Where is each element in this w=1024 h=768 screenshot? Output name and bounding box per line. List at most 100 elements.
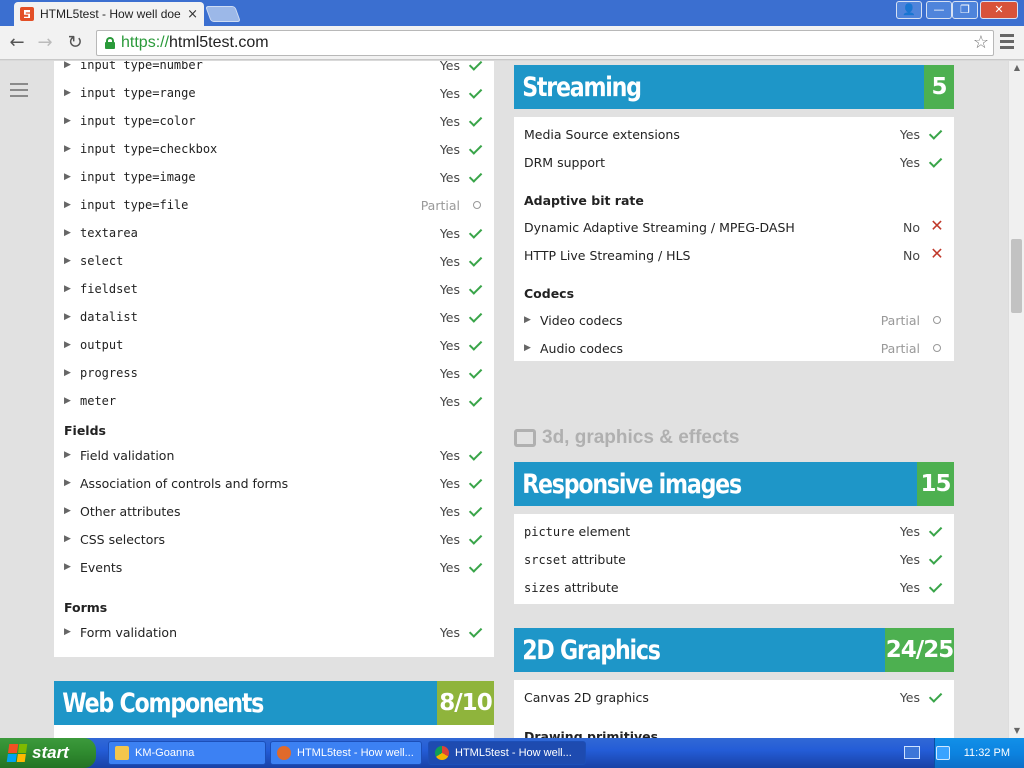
- category-heading: 3d, graphics & effects: [514, 427, 739, 449]
- test-row: Dynamic Adaptive Streaming / MPEG-DASH No…: [514, 213, 954, 241]
- start-button[interactable]: start: [0, 738, 96, 768]
- tab-close-icon[interactable]: ×: [187, 7, 198, 22]
- forward-arrow-icon[interactable]: →: [34, 32, 56, 54]
- test-label: progress: [80, 366, 138, 380]
- check-icon: [468, 623, 483, 638]
- test-row[interactable]: ▶ Association of controls and forms Yes: [54, 469, 494, 497]
- test-code: srcset: [524, 552, 568, 567]
- test-row[interactable]: ▶ input type=image Yes: [54, 163, 494, 191]
- test-row[interactable]: ▶ CSS selectors Yes: [54, 525, 494, 553]
- test-result: Yes: [439, 447, 460, 463]
- test-row[interactable]: ▶ Field validation Yes: [54, 441, 494, 469]
- close-window-button[interactable]: ✕: [980, 1, 1018, 19]
- cross-icon: ✕: [930, 215, 944, 235]
- site-menu-icon[interactable]: [10, 83, 28, 101]
- test-label: fieldset: [80, 282, 138, 296]
- test-row[interactable]: ▶ input type=range Yes: [54, 79, 494, 107]
- expand-triangle-icon[interactable]: ▶: [64, 228, 72, 238]
- tab-title: HTML5test - How well does y: [40, 7, 182, 21]
- bookmark-star-icon[interactable]: ☆: [973, 32, 989, 53]
- test-row[interactable]: ▶ Video codecs Partial: [514, 306, 954, 334]
- test-code: sizes: [524, 580, 561, 595]
- minimize-button[interactable]: —: [926, 1, 952, 19]
- test-result: Partial: [880, 340, 920, 356]
- restore-button[interactable]: ❐: [952, 1, 978, 19]
- test-row[interactable]: ▶ output Yes: [54, 331, 494, 359]
- expand-triangle-icon[interactable]: ▶: [64, 88, 72, 98]
- network-icon[interactable]: [935, 746, 950, 760]
- scroll-down-icon[interactable]: ▼: [1009, 724, 1024, 738]
- test-row[interactable]: ▶ Audio codecs Partial: [514, 334, 954, 362]
- test-row: HTTP Live Streaming / HLS No ✕: [514, 241, 954, 269]
- test-row[interactable]: ▶ input type=color Yes: [54, 107, 494, 135]
- expand-triangle-icon[interactable]: ▶: [64, 61, 72, 70]
- browser-tab-html5test[interactable]: HTML5test - How well does y ×: [14, 2, 204, 26]
- test-label: input type=image: [80, 170, 196, 184]
- test-row[interactable]: ▶ select Yes: [54, 247, 494, 275]
- test-label: picture element: [524, 524, 860, 539]
- test-label-rest: attribute: [560, 579, 619, 595]
- test-result: Yes: [439, 393, 460, 409]
- chrome-menu-icon[interactable]: [1000, 34, 1014, 52]
- test-row[interactable]: ▶ Events Yes: [54, 553, 494, 581]
- test-row[interactable]: ▶ input type=file Partial: [54, 191, 494, 219]
- user-profile-button[interactable]: 👤: [896, 1, 922, 19]
- expand-triangle-icon[interactable]: ▶: [64, 200, 72, 210]
- task-label: HTML5test - How well...: [297, 747, 414, 759]
- test-row[interactable]: ▶ Form validation Yes: [54, 618, 494, 646]
- expand-triangle-icon[interactable]: ▶: [524, 315, 532, 325]
- scrollbar-thumb[interactable]: [1011, 239, 1022, 313]
- check-icon: [468, 252, 483, 267]
- taskbar-item-html5test-1[interactable]: HTML5test - How well...: [270, 741, 422, 765]
- test-row[interactable]: ▶ textarea Yes: [54, 219, 494, 247]
- test-row[interactable]: ▶ input type=checkbox Yes: [54, 135, 494, 163]
- test-result: Yes: [439, 365, 460, 381]
- back-arrow-icon[interactable]: ←: [6, 32, 28, 54]
- result-mark: [920, 578, 954, 595]
- expand-triangle-icon[interactable]: ▶: [64, 312, 72, 322]
- expand-triangle-icon[interactable]: ▶: [64, 506, 72, 516]
- clock[interactable]: 11:32 PM: [964, 747, 1010, 759]
- expand-triangle-icon[interactable]: ▶: [64, 562, 72, 572]
- test-row[interactable]: ▶ progress Yes: [54, 359, 494, 387]
- taskbar-item-km-goanna[interactable]: KM-Goanna: [108, 741, 266, 765]
- expand-triangle-icon[interactable]: ▶: [64, 627, 72, 637]
- expand-triangle-icon[interactable]: ▶: [64, 116, 72, 126]
- test-row[interactable]: ▶ input type=number Yes: [54, 61, 494, 79]
- new-tab-button[interactable]: [205, 6, 241, 22]
- test-result: Yes: [439, 559, 460, 575]
- test-label: HTTP Live Streaming / HLS: [524, 247, 691, 263]
- keyboard-icon[interactable]: [904, 746, 920, 759]
- reload-icon[interactable]: ↻: [64, 32, 86, 54]
- expand-triangle-icon[interactable]: ▶: [64, 450, 72, 460]
- expand-triangle-icon[interactable]: ▶: [64, 256, 72, 266]
- expand-triangle-icon[interactable]: ▶: [64, 340, 72, 350]
- result-mark: [460, 308, 494, 325]
- expand-triangle-icon[interactable]: ▶: [64, 144, 72, 154]
- test-row[interactable]: ▶ datalist Yes: [54, 303, 494, 331]
- expand-triangle-icon[interactable]: ▶: [64, 284, 72, 294]
- expand-triangle-icon[interactable]: ▶: [64, 172, 72, 182]
- expand-triangle-icon[interactable]: ▶: [524, 343, 532, 353]
- check-icon: [468, 474, 483, 489]
- address-bar[interactable]: https:// html5test.com ☆: [96, 30, 994, 56]
- test-row[interactable]: ▶ fieldset Yes: [54, 275, 494, 303]
- scroll-up-icon[interactable]: ▲: [1009, 61, 1024, 75]
- expand-triangle-icon[interactable]: ▶: [64, 396, 72, 406]
- check-icon: [928, 578, 943, 593]
- test-label-rest: attribute: [567, 551, 626, 567]
- test-row[interactable]: ▶ meter Yes: [54, 387, 494, 415]
- test-row: Media Source extensions Yes: [514, 120, 954, 148]
- expand-triangle-icon[interactable]: ▶: [64, 478, 72, 488]
- result-mark: [460, 112, 494, 129]
- expand-triangle-icon[interactable]: ▶: [64, 368, 72, 378]
- test-row[interactable]: ▶ Other attributes Yes: [54, 497, 494, 525]
- taskbar-item-html5test-2[interactable]: HTML5test - How well...: [428, 741, 586, 765]
- result-mark: [920, 313, 954, 328]
- page-scrollbar[interactable]: ▲ ▼: [1008, 61, 1024, 738]
- result-mark: [920, 341, 954, 356]
- responsive-images-score: 15: [917, 462, 954, 506]
- start-label: start: [32, 743, 69, 762]
- expand-triangle-icon[interactable]: ▶: [64, 534, 72, 544]
- result-mark: [460, 140, 494, 157]
